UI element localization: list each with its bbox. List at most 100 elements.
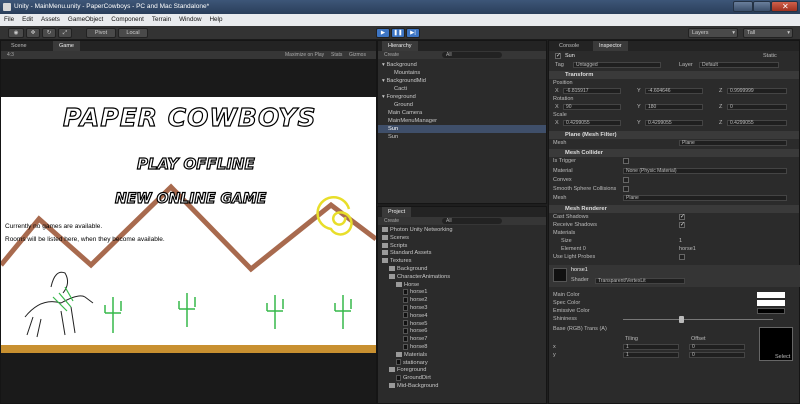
menu-assets[interactable]: Assets xyxy=(37,14,64,26)
scale-x-field[interactable]: 0.4299055 xyxy=(563,120,621,126)
texture-select-button[interactable]: Select xyxy=(775,353,790,361)
hierarchy-item[interactable]: Sun xyxy=(378,125,546,133)
project-item[interactable]: CharacterAnimations xyxy=(378,273,546,281)
convex-checkbox[interactable] xyxy=(623,177,629,183)
maximize-on-play-toggle[interactable]: Maximize on Play xyxy=(285,51,324,59)
hand-tool-button[interactable]: ◉ xyxy=(8,28,24,38)
hierarchy-item[interactable]: Main Camera xyxy=(378,109,546,117)
layout-dropdown[interactable]: Tall ▾ xyxy=(743,28,793,38)
project-search-input[interactable]: All xyxy=(442,218,502,224)
element0-value[interactable]: horse1 xyxy=(679,245,696,253)
stats-toggle[interactable]: Stats xyxy=(331,51,342,59)
shininess-slider-track[interactable] xyxy=(623,319,773,320)
layers-dropdown[interactable]: Layers ▾ xyxy=(688,28,738,38)
rotation-z-field[interactable]: 0 xyxy=(727,104,787,110)
menu-gameobject[interactable]: GameObject xyxy=(64,14,107,26)
menu-component[interactable]: Component xyxy=(107,14,148,26)
spec-color-swatch[interactable] xyxy=(757,300,785,306)
scale-y-field[interactable]: 0.4299055 xyxy=(645,120,703,126)
project-item[interactable]: horse4 xyxy=(378,312,546,320)
material-header[interactable]: horse1 Shader Transparent/VertexLit xyxy=(549,265,800,287)
mesh-renderer-header[interactable]: Mesh Renderer xyxy=(549,205,799,213)
object-name-field[interactable]: Sun xyxy=(565,52,575,60)
project-item[interactable]: Mid-Background xyxy=(378,382,546,390)
project-item[interactable]: GroundDirt xyxy=(378,374,546,382)
project-create-button[interactable]: Create xyxy=(384,217,399,225)
tiling-x-field[interactable]: 1 xyxy=(623,344,679,350)
is-trigger-checkbox[interactable] xyxy=(623,158,629,164)
shininess-slider-handle[interactable] xyxy=(679,316,684,323)
position-y-field[interactable]: -4.604646 xyxy=(645,88,703,94)
scale-z-field[interactable]: 0.4299055 xyxy=(727,120,787,126)
tiling-y-field[interactable]: 1 xyxy=(623,352,679,358)
offset-x-field[interactable]: 0 xyxy=(689,344,745,350)
object-active-checkbox[interactable] xyxy=(555,52,561,59)
pause-button[interactable]: ❚❚ xyxy=(391,28,405,38)
project-item[interactable]: Materials xyxy=(378,351,546,359)
aspect-dropdown[interactable]: 4:3 xyxy=(7,51,14,59)
shader-dropdown[interactable]: Transparent/VertexLit xyxy=(595,278,685,284)
project-item[interactable]: horse2 xyxy=(378,296,546,304)
project-item[interactable]: Scenes xyxy=(378,234,546,242)
gizmos-dropdown[interactable]: Gizmos xyxy=(349,51,366,59)
hierarchy-item[interactable]: MainMenuManager xyxy=(378,117,546,125)
tab-project[interactable]: Project xyxy=(382,207,412,217)
tab-inspector[interactable]: Inspector xyxy=(593,41,628,51)
project-item[interactable]: Horse xyxy=(378,281,546,289)
mesh-filter-header[interactable]: Plane (Mesh Filter) xyxy=(549,131,799,139)
mf-mesh-field[interactable]: Plane xyxy=(679,140,787,146)
hierarchy-item[interactable]: Ground xyxy=(378,101,546,109)
rotation-y-field[interactable]: 180 xyxy=(645,104,703,110)
tag-dropdown[interactable]: Untagged xyxy=(573,62,661,68)
project-item[interactable]: horse5 xyxy=(378,320,546,328)
materials-label[interactable]: Materials xyxy=(553,229,575,237)
pivot-toggle[interactable]: Pivot xyxy=(86,28,116,38)
menu-terrain[interactable]: Terrain xyxy=(148,14,175,26)
hierarchy-item[interactable]: ▾ Background xyxy=(378,61,546,69)
move-tool-button[interactable]: ✥ xyxy=(26,28,40,38)
emissive-color-swatch[interactable] xyxy=(757,308,785,314)
project-item[interactable]: stationary xyxy=(378,359,546,367)
project-item[interactable]: Standard Assets xyxy=(378,249,546,257)
project-item[interactable]: horse3 xyxy=(378,304,546,312)
static-toggle[interactable]: Static xyxy=(763,52,777,60)
rotation-x-field[interactable]: 90 xyxy=(563,104,621,110)
light-probes-checkbox[interactable] xyxy=(679,254,685,260)
position-x-field[interactable]: -6.815917 xyxy=(563,88,621,94)
hierarchy-item[interactable]: Sun xyxy=(378,133,546,141)
play-offline-button[interactable]: PLAY OFFLINE xyxy=(136,154,255,173)
size-value[interactable]: 1 xyxy=(679,237,682,245)
project-item[interactable]: horse6 xyxy=(378,327,546,335)
mc-material-field[interactable]: None (Physic Material) xyxy=(623,168,787,174)
menu-edit[interactable]: Edit xyxy=(18,14,37,26)
receive-shadows-checkbox[interactable] xyxy=(679,221,685,228)
close-button[interactable]: ✕ xyxy=(771,1,798,12)
hierarchy-item[interactable]: ▾ Foreground xyxy=(378,93,546,101)
tab-game[interactable]: Game xyxy=(53,41,80,51)
project-item[interactable]: Background xyxy=(378,265,546,273)
project-item[interactable]: Photon Unity Networking xyxy=(378,226,546,234)
project-item[interactable]: Scripts xyxy=(378,242,546,250)
hierarchy-item[interactable]: Cacti xyxy=(378,85,546,93)
hierarchy-item[interactable]: ▾ BackgroundMid xyxy=(378,77,546,85)
position-z-field[interactable]: 0.9999999 xyxy=(727,88,787,94)
hierarchy-search-input[interactable]: All xyxy=(442,52,502,58)
menu-file[interactable]: File xyxy=(0,14,18,26)
scale-tool-button[interactable]: ⤢ xyxy=(58,28,72,38)
main-color-swatch[interactable] xyxy=(757,292,785,298)
menu-window[interactable]: Window xyxy=(175,14,205,26)
project-item[interactable]: horse8 xyxy=(378,343,546,351)
play-button[interactable]: ▶ xyxy=(376,28,390,38)
project-item[interactable]: Foreground xyxy=(378,366,546,374)
menu-help[interactable]: Help xyxy=(206,14,227,26)
mesh-collider-header[interactable]: Mesh Collider xyxy=(549,149,799,157)
project-item[interactable]: horse7 xyxy=(378,335,546,343)
project-item[interactable]: horse1 xyxy=(378,288,546,296)
minimize-button[interactable] xyxy=(733,1,753,12)
transform-header[interactable]: Transform xyxy=(549,71,799,79)
hierarchy-item[interactable]: Mountains xyxy=(378,69,546,77)
step-button[interactable]: ▶| xyxy=(406,28,420,38)
local-toggle[interactable]: Local xyxy=(118,28,148,38)
cast-shadows-checkbox[interactable] xyxy=(679,213,685,220)
smooth-checkbox[interactable] xyxy=(623,186,629,192)
